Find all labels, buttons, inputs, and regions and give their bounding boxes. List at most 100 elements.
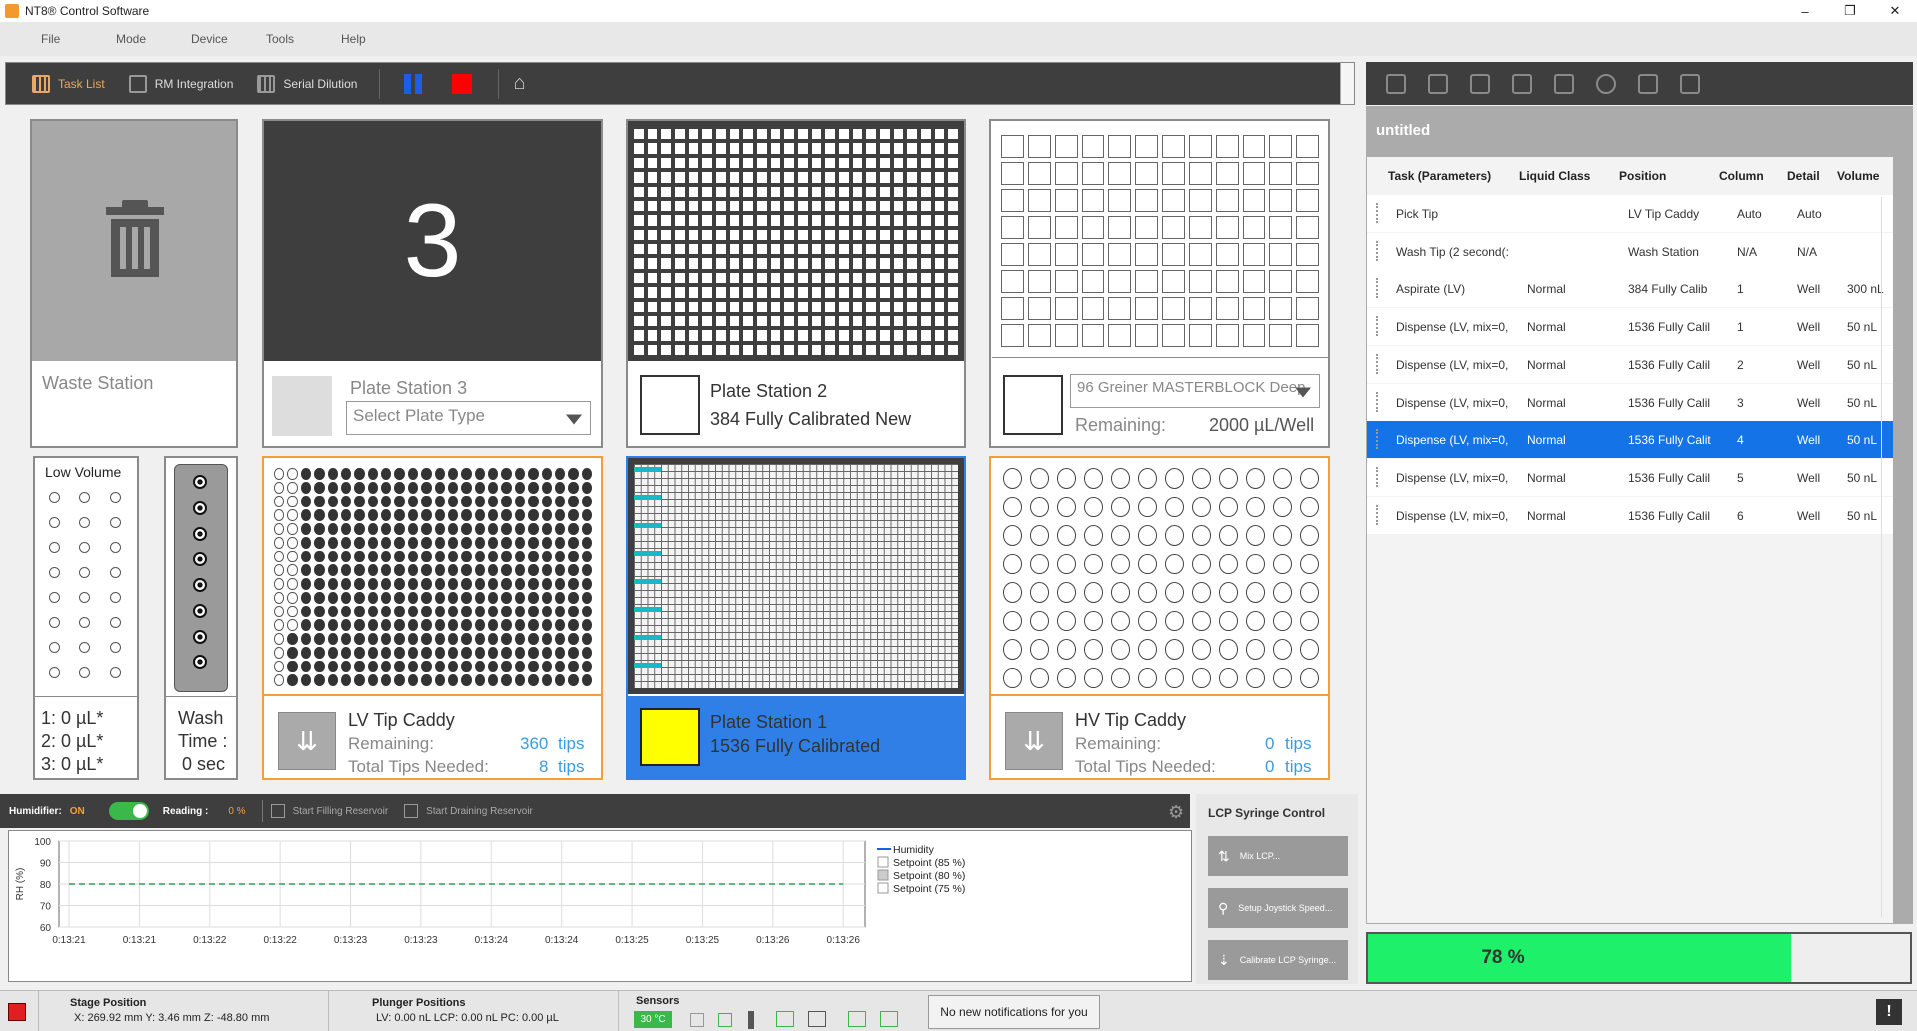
close-button[interactable]: ✕ — [1872, 0, 1917, 22]
col-header-liquid-class[interactable]: Liquid Class — [1519, 169, 1590, 183]
col-header-position[interactable]: Position — [1619, 169, 1666, 183]
task-row[interactable]: Dispense (LV, mix=0, Normal 1536 Fully Cal… — [1367, 308, 1893, 346]
lv-tip — [581, 605, 592, 618]
lv-tip-caddy-panel[interactable]: ⇊ LV Tip Caddy Remaining: 360 tips Total… — [262, 456, 603, 780]
home-icon[interactable]: ⌂ — [513, 72, 525, 95]
task-row[interactable]: Wash Tip (2 second(: Wash Station N/A N/A — [1367, 232, 1893, 270]
toolbar-scrollbar[interactable] — [1340, 63, 1354, 104]
drag-handle-icon[interactable] — [1376, 466, 1378, 487]
minimize-button[interactable]: – — [1782, 0, 1828, 22]
hv-unload-arrow-icon[interactable]: ⇊ — [1005, 712, 1063, 770]
hv-tip — [1246, 667, 1265, 688]
well — [770, 287, 781, 298]
pause-button[interactable] — [404, 73, 423, 94]
col-header-column[interactable]: Column — [1719, 169, 1764, 183]
clock-icon[interactable] — [1596, 73, 1616, 94]
drag-handle-icon[interactable] — [1376, 278, 1378, 299]
menu-device[interactable]: Device — [191, 32, 266, 46]
new-file-icon[interactable] — [1386, 73, 1406, 94]
task-list-tab[interactable]: Task List — [6, 63, 117, 104]
plate-station-3-panel[interactable]: 3 Plate Station 3 Select Plate Type — [262, 119, 603, 448]
reservoir-type-select[interactable]: 96 Greiner MASTERBLOCK Deep — [1070, 374, 1320, 408]
drag-handle-icon[interactable] — [1376, 203, 1378, 223]
open-recent-icon[interactable] — [1470, 73, 1490, 94]
lv-tip — [314, 674, 325, 686]
open-folder-icon[interactable] — [1428, 73, 1448, 94]
well — [647, 244, 658, 255]
list-detail-icon[interactable] — [1680, 73, 1700, 94]
reservoir-well — [1269, 135, 1293, 158]
lv-unload-arrow-icon[interactable]: ⇊ — [278, 712, 336, 770]
lv-tip — [501, 523, 512, 535]
mix-lcp-button[interactable]: ⇅ Mix LCP... — [1208, 836, 1348, 876]
table-scrollbar[interactable] — [1881, 197, 1891, 917]
task-row[interactable]: Dispense (LV, mix=0, Normal 1536 Fully Cal… — [1367, 496, 1893, 534]
col-header-detail[interactable]: Detail — [1787, 169, 1820, 183]
drag-handle-icon[interactable] — [1376, 504, 1378, 525]
task-row[interactable]: Dispense (LV, mix=0, Normal 1536 Fully Cal… — [1367, 458, 1893, 496]
start-draining-button[interactable]: Start Draining Reservoir — [426, 806, 533, 817]
save-icon[interactable] — [1512, 73, 1532, 94]
menu-mode[interactable]: Mode — [116, 32, 191, 46]
drag-handle-icon[interactable] — [1376, 240, 1378, 261]
stop-button[interactable] — [452, 73, 473, 94]
waste-station-panel[interactable]: Waste Station — [30, 119, 238, 448]
reservoir-panel[interactable]: 96 Greiner MASTERBLOCK Deep Remaining: 2… — [989, 119, 1330, 448]
hv-tip — [1300, 639, 1319, 660]
maximize-button[interactable]: ❐ — [1827, 0, 1873, 22]
lv-tip — [407, 564, 419, 576]
task-row[interactable]: Pick Tip LV Tip Caddy Auto Auto — [1367, 195, 1893, 232]
gear-icon[interactable]: ⚙ — [1168, 802, 1184, 823]
reservoir-well — [1242, 297, 1266, 320]
serial-dilution-tab[interactable]: Serial Dilution — [245, 63, 369, 104]
reservoir-well — [1001, 243, 1024, 266]
well — [661, 301, 671, 312]
col-header-task[interactable]: Task (Parameters) — [1388, 169, 1491, 183]
lv-tip — [434, 481, 445, 494]
col-header-volume[interactable]: Volume — [1837, 169, 1879, 183]
lv-tip — [367, 646, 378, 659]
well — [893, 315, 904, 327]
lv-tip — [514, 509, 526, 521]
lv-tip — [287, 578, 298, 590]
lv-tip — [581, 523, 592, 535]
wash-well — [193, 578, 207, 592]
hv-tip-caddy-panel[interactable]: ⇊ HV Tip Caddy Remaining: 0 tips Total T… — [989, 456, 1330, 780]
save-as-icon[interactable] — [1554, 73, 1574, 94]
plate-station-2-panel[interactable]: Plate Station 2 384 Fully Calibrated New — [626, 119, 966, 448]
task-row[interactable]: Aspirate (LV) Normal 384 Fully Calib 1 Well 3… — [1367, 270, 1893, 308]
plate-2-color-swatch — [640, 375, 700, 435]
task-row[interactable]: Dispense (LV, mix=0, Normal 1536 Fully Cal… — [1367, 421, 1893, 459]
alert-icon[interactable]: ! — [1876, 999, 1902, 1025]
setup-joystick-button[interactable]: ⚲ Setup Joystick Speed... — [1208, 888, 1348, 928]
humidifier-toggle[interactable] — [108, 802, 149, 820]
lv-tip — [554, 591, 566, 604]
well — [948, 287, 958, 298]
plate-3-type-select[interactable]: Select Plate Type — [346, 401, 591, 435]
lv-tip — [287, 564, 298, 576]
menu-tools[interactable]: Tools — [266, 32, 341, 46]
well — [852, 301, 863, 312]
reservoir-well — [1296, 189, 1319, 212]
wash-station-panel[interactable]: Wash Time : 0 sec — [164, 456, 238, 780]
well — [770, 200, 781, 212]
drag-handle-icon[interactable] — [1376, 353, 1378, 374]
calibrate-lcp-button[interactable]: ⇣ Calibrate LCP Syringe... — [1208, 940, 1348, 980]
notification-box[interactable]: No new notifications for you — [928, 995, 1100, 1029]
drag-handle-icon[interactable] — [1376, 316, 1378, 337]
task-row[interactable]: Dispense (LV, mix=0, Normal 1536 Fully Cal… — [1367, 345, 1893, 383]
waste-station-label: Waste Station — [42, 373, 154, 393]
menu-help[interactable]: Help — [341, 32, 416, 46]
lv-tip — [327, 646, 338, 659]
menu-file[interactable]: File — [41, 32, 116, 46]
plate-station-1-panel[interactable]: Plate Station 1 1536 Fully Calibrated — [626, 456, 966, 780]
low-volume-panel[interactable]: Low Volume 1: 0 µL* 2: 0 µL* 3: 0 µL* — [33, 456, 139, 780]
well — [634, 172, 644, 183]
drag-handle-icon[interactable] — [1376, 429, 1378, 450]
drag-handle-icon[interactable] — [1376, 391, 1378, 412]
rm-integration-tab[interactable]: RM Integration — [117, 63, 246, 104]
hv-tip — [1084, 468, 1103, 489]
start-filling-button[interactable]: Start Filling Reservoir — [293, 806, 389, 817]
list-icon[interactable] — [1638, 73, 1658, 94]
task-row[interactable]: Dispense (LV, mix=0, Normal 1536 Fully Cal… — [1367, 383, 1893, 421]
